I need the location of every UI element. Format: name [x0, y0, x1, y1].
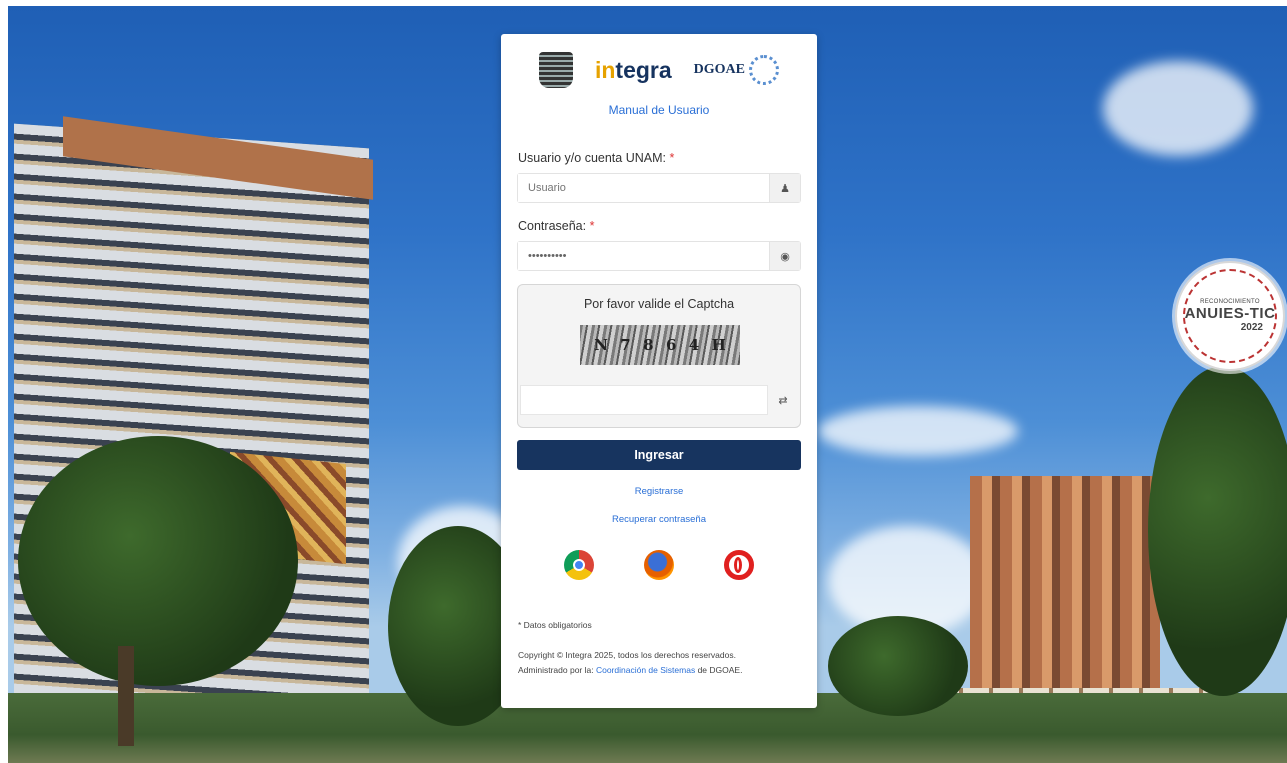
badge-ring: [1183, 269, 1277, 363]
anuies-tic-badge: RECONOCIMIENTO ANUIES-TIC 2022: [1175, 261, 1285, 371]
captcha-char: N: [594, 336, 608, 354]
supported-browsers: [501, 550, 817, 580]
dgoae-logo-text: DGOAE: [693, 62, 746, 77]
tree-trunk: [118, 646, 134, 746]
cloud: [818, 406, 1018, 456]
cloud: [1103, 61, 1253, 156]
firefox-icon[interactable]: [644, 550, 674, 580]
dgoae-gear-icon: [749, 55, 780, 85]
captcha-char: 8: [643, 336, 654, 354]
user-icon: ♟: [769, 174, 800, 202]
register-link[interactable]: Registrarse: [501, 486, 817, 497]
copyright-text: Copyright © Integra 2025, todos los dere…: [518, 650, 736, 660]
chrome-icon[interactable]: [564, 550, 594, 580]
password-field-label: Contraseña: *: [518, 219, 594, 233]
captcha-box: Por favor valide el Captcha N 7 8 6 4 H …: [517, 284, 801, 428]
integra-logo: integra: [595, 57, 672, 84]
captcha-char: 6: [665, 336, 677, 354]
refresh-captcha-shuffle-icon[interactable]: ⇄: [768, 385, 798, 415]
password-input-group: ◉: [517, 241, 801, 271]
required-asterisk: *: [589, 219, 595, 233]
required-note: * Datos obligatorios: [518, 620, 592, 630]
username-input[interactable]: [518, 174, 769, 202]
admin-suffix: de DGOAE.: [697, 665, 743, 675]
show-password-eye-icon[interactable]: ◉: [769, 242, 800, 270]
integra-logo-rest: tegra: [615, 56, 672, 83]
central-library: [970, 476, 1160, 691]
integra-logo-prefix: in: [594, 56, 616, 83]
manual-usuario-link[interactable]: Manual de Usuario: [501, 103, 817, 117]
password-input[interactable]: [518, 242, 769, 270]
captcha-title: Por favor valide el Captcha: [583, 297, 735, 311]
admin-prefix: Administrado por la:: [518, 665, 594, 675]
captcha-input-row: ⇄: [520, 385, 798, 415]
user-input-group: ♟: [517, 173, 801, 203]
recover-password-link[interactable]: Recuperar contraseña: [501, 514, 817, 525]
captcha-char: 4: [688, 336, 700, 354]
user-label-text: Usuario y/o cuenta UNAM:: [518, 151, 666, 165]
coordinacion-sistemas-link[interactable]: Coordinación de Sistemas: [596, 665, 695, 675]
ingresar-button[interactable]: Ingresar: [517, 440, 801, 470]
password-label-text: Contraseña:: [518, 219, 587, 233]
login-panel: integra DGOAE Manual de Usuario Usuario …: [501, 34, 817, 708]
captcha-char: 7: [620, 336, 631, 354]
dgoae-logo: DGOAE: [693, 55, 780, 85]
user-field-label: Usuario y/o cuenta UNAM: *: [518, 151, 674, 165]
required-asterisk: *: [669, 151, 675, 165]
admin-line: Administrado por la: Coordinación de Sis…: [518, 665, 742, 675]
captcha-char: H: [711, 336, 726, 354]
tree: [828, 616, 968, 716]
logo-row: integra DGOAE: [501, 48, 817, 92]
unam-shield-logo: [538, 52, 573, 88]
tree: [18, 436, 298, 686]
captcha-input[interactable]: [520, 385, 768, 415]
opera-icon[interactable]: [724, 550, 754, 580]
captcha-image: N 7 8 6 4 H: [580, 325, 740, 365]
tree: [1148, 366, 1287, 696]
